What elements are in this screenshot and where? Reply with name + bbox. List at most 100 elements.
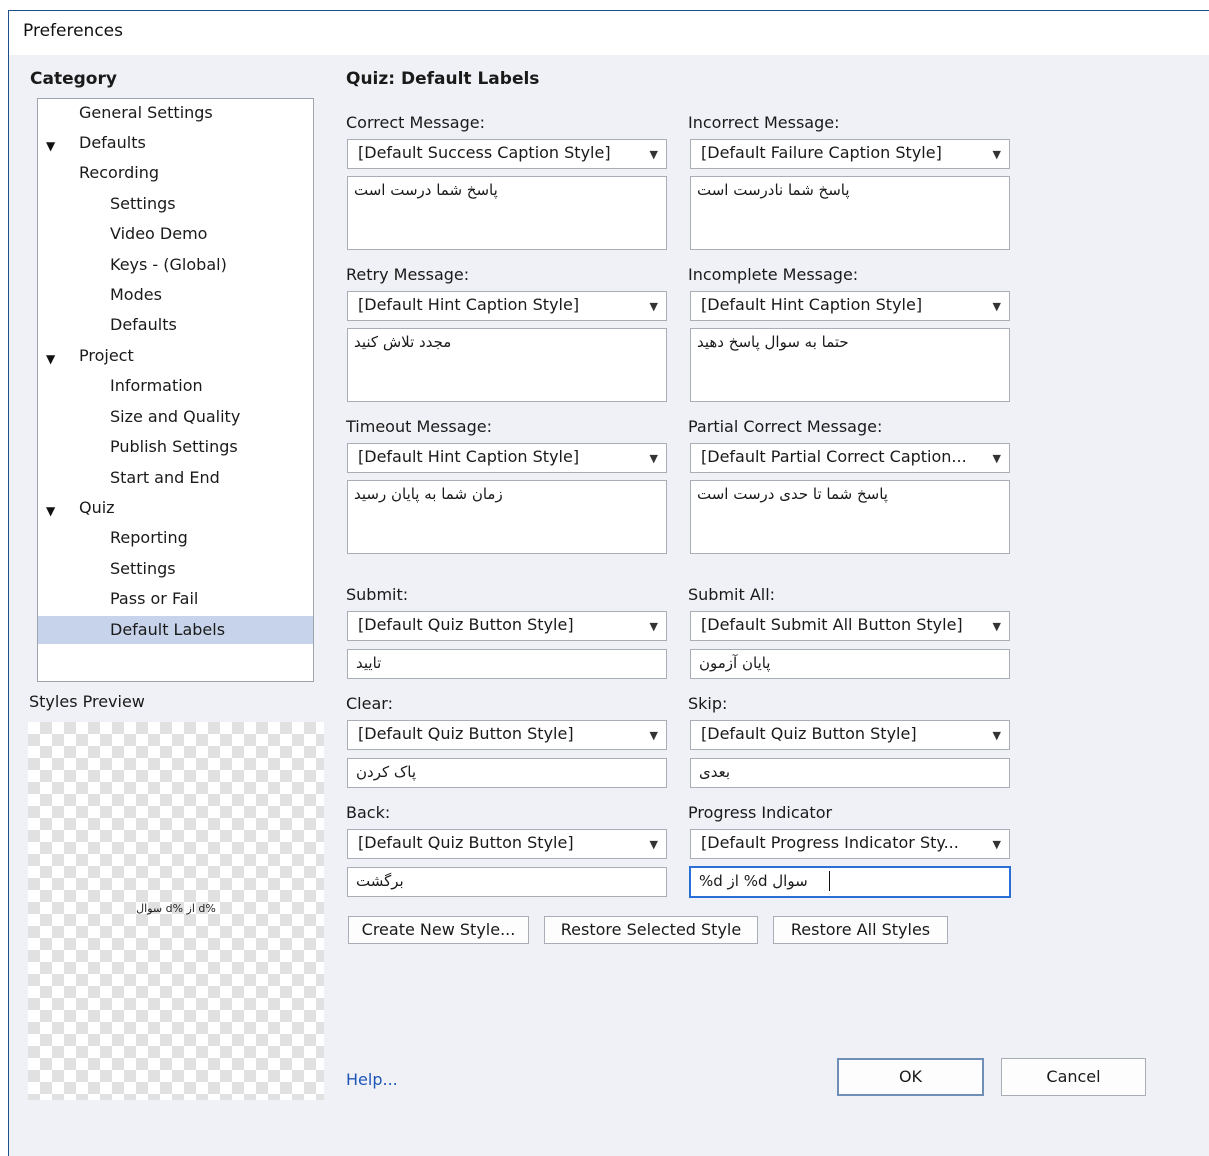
select-value: [Default Quiz Button Style] [358,724,574,743]
tree-item-general-settings[interactable]: General Settings [79,99,213,127]
select-value: [Default Quiz Button Style] [358,615,574,634]
field-text: پاسخ شما تا حدی درست است [697,485,888,503]
tree-item-keys-global[interactable]: Keys - (Global) [110,251,227,279]
correct-message-field[interactable]: پاسخ شما درست است [347,176,667,250]
submit-text-field[interactable]: تایید [347,649,667,679]
field-text: حتما به سوال پاسخ دهید [697,333,849,351]
incomplete-message-field[interactable]: حتما به سوال پاسخ دهید [690,328,1010,402]
field-text: زمان شما به پایان رسید [354,485,503,503]
expand-arrow-icon[interactable]: ▼ [46,352,55,366]
submit-all-style-select[interactable]: [Default Submit All Button Style] ▼ [690,611,1010,641]
tree-item-modes[interactable]: Modes [110,281,162,309]
chevron-down-icon: ▼ [649,620,658,633]
correct-message-label: Correct Message: [346,113,485,132]
tree-item-project[interactable]: Project [79,342,134,370]
select-value: [Default Partial Correct Caption... [701,447,967,466]
field-text: مجدد تلاش کنید [354,333,452,351]
skip-text-field[interactable]: بعدی [690,758,1010,788]
field-text: پاک کردن [356,763,417,781]
chevron-down-icon: ▼ [649,838,658,851]
styles-preview-heading: Styles Preview [29,692,145,711]
incorrect-message-field[interactable]: پاسخ شما نادرست است [690,176,1010,250]
tree-item-recording-defaults[interactable]: Defaults [110,311,177,339]
chevron-down-icon: ▼ [649,148,658,161]
chevron-down-icon: ▼ [992,148,1001,161]
tree-item-information[interactable]: Information [110,372,203,400]
incomplete-message-label: Incomplete Message: [688,265,859,284]
tree-item-recording[interactable]: Recording [79,159,159,187]
chevron-down-icon: ▼ [992,838,1001,851]
progress-indicator-label: Progress Indicator [688,803,833,822]
create-new-style-button[interactable]: Create New Style... [348,916,529,944]
incorrect-message-style-select[interactable]: [Default Failure Caption Style] ▼ [690,139,1010,169]
field-text: بعدی [699,763,731,781]
tree-item-default-labels[interactable]: Default Labels [38,616,313,644]
chevron-down-icon: ▼ [992,620,1001,633]
clear-style-select[interactable]: [Default Quiz Button Style] ▼ [347,720,667,750]
clear-label: Clear: [346,694,393,713]
expand-arrow-icon[interactable]: ▼ [46,504,55,518]
progress-indicator-style-select[interactable]: [Default Progress Indicator Sty... ▼ [690,829,1010,859]
tree-item-quiz-settings[interactable]: Settings [110,555,176,583]
chevron-down-icon: ▼ [649,729,658,742]
retry-message-label: Retry Message: [346,265,470,284]
cancel-button[interactable]: Cancel [1001,1058,1146,1096]
window-title: Preferences [23,21,123,41]
restore-all-styles-button[interactable]: Restore All Styles [773,916,948,944]
page-title: Quiz: Default Labels [346,69,540,89]
retry-message-field[interactable]: مجدد تلاش کنید [347,328,667,402]
field-text: %d از %d سوال [699,872,808,890]
tree-item-defaults[interactable]: Defaults [79,129,146,157]
select-value: [Default Quiz Button Style] [358,833,574,852]
select-value: [Default Hint Caption Style] [358,447,580,466]
select-value: [Default Quiz Button Style] [701,724,917,743]
retry-message-style-select[interactable]: [Default Hint Caption Style] ▼ [347,291,667,321]
category-tree[interactable]: General Settings Defaults ▼ Recording Se… [37,98,314,682]
back-label: Back: [346,803,391,822]
timeout-message-label: Timeout Message: [346,417,492,436]
incorrect-message-label: Incorrect Message: [688,113,840,132]
partial-correct-message-style-select[interactable]: [Default Partial Correct Caption... ▼ [690,443,1010,473]
tree-item-recording-settings[interactable]: Settings [110,190,176,218]
select-value: [Default Progress Indicator Sty... [701,833,959,852]
back-style-select[interactable]: [Default Quiz Button Style] ▼ [347,829,667,859]
timeout-message-field[interactable]: زمان شما به پایان رسید [347,480,667,554]
text-caret [829,871,830,891]
tree-item-reporting[interactable]: Reporting [110,524,188,552]
select-value: [Default Success Caption Style] [358,143,611,162]
tree-item-start-and-end[interactable]: Start and End [110,464,220,492]
title-bar: Preferences [9,11,1209,55]
select-value: [Default Hint Caption Style] [701,295,923,314]
chevron-down-icon: ▼ [992,452,1001,465]
clear-text-field[interactable]: پاک کردن [347,758,667,788]
skip-style-select[interactable]: [Default Quiz Button Style] ▼ [690,720,1010,750]
timeout-message-style-select[interactable]: [Default Hint Caption Style] ▼ [347,443,667,473]
tree-item-quiz[interactable]: Quiz [79,494,115,522]
chevron-down-icon: ▼ [649,300,658,313]
select-value: [Default Hint Caption Style] [358,295,580,314]
submit-style-select[interactable]: [Default Quiz Button Style] ▼ [347,611,667,641]
back-text-field[interactable]: برگشت [347,867,667,897]
incomplete-message-style-select[interactable]: [Default Hint Caption Style] ▼ [690,291,1010,321]
tree-item-size-and-quality[interactable]: Size and Quality [110,403,240,431]
chevron-down-icon: ▼ [992,300,1001,313]
correct-message-style-select[interactable]: [Default Success Caption Style] ▼ [347,139,667,169]
skip-label: Skip: [688,694,728,713]
ok-button[interactable]: OK [837,1058,984,1096]
select-value: [Default Submit All Button Style] [701,615,963,634]
select-value: [Default Failure Caption Style] [701,143,942,162]
styles-preview-panel: %d از %d سوال [28,722,324,1100]
field-text: پایان آزمون [699,654,771,672]
tree-item-pass-or-fail[interactable]: Pass or Fail [110,585,198,613]
submit-all-text-field[interactable]: پایان آزمون [690,649,1010,679]
partial-correct-message-label: Partial Correct Message: [688,417,883,436]
expand-arrow-icon[interactable]: ▼ [46,139,55,153]
submit-label: Submit: [346,585,409,604]
progress-indicator-text-field[interactable]: %d از %d سوال [689,866,1011,898]
partial-correct-message-field[interactable]: پاسخ شما تا حدی درست است [690,480,1010,554]
help-link[interactable]: Help... [346,1070,398,1089]
restore-selected-style-button[interactable]: Restore Selected Style [544,916,758,944]
tree-item-video-demo[interactable]: Video Demo [110,220,207,248]
tree-item-publish-settings[interactable]: Publish Settings [110,433,238,461]
field-text: پاسخ شما نادرست است [697,181,850,199]
